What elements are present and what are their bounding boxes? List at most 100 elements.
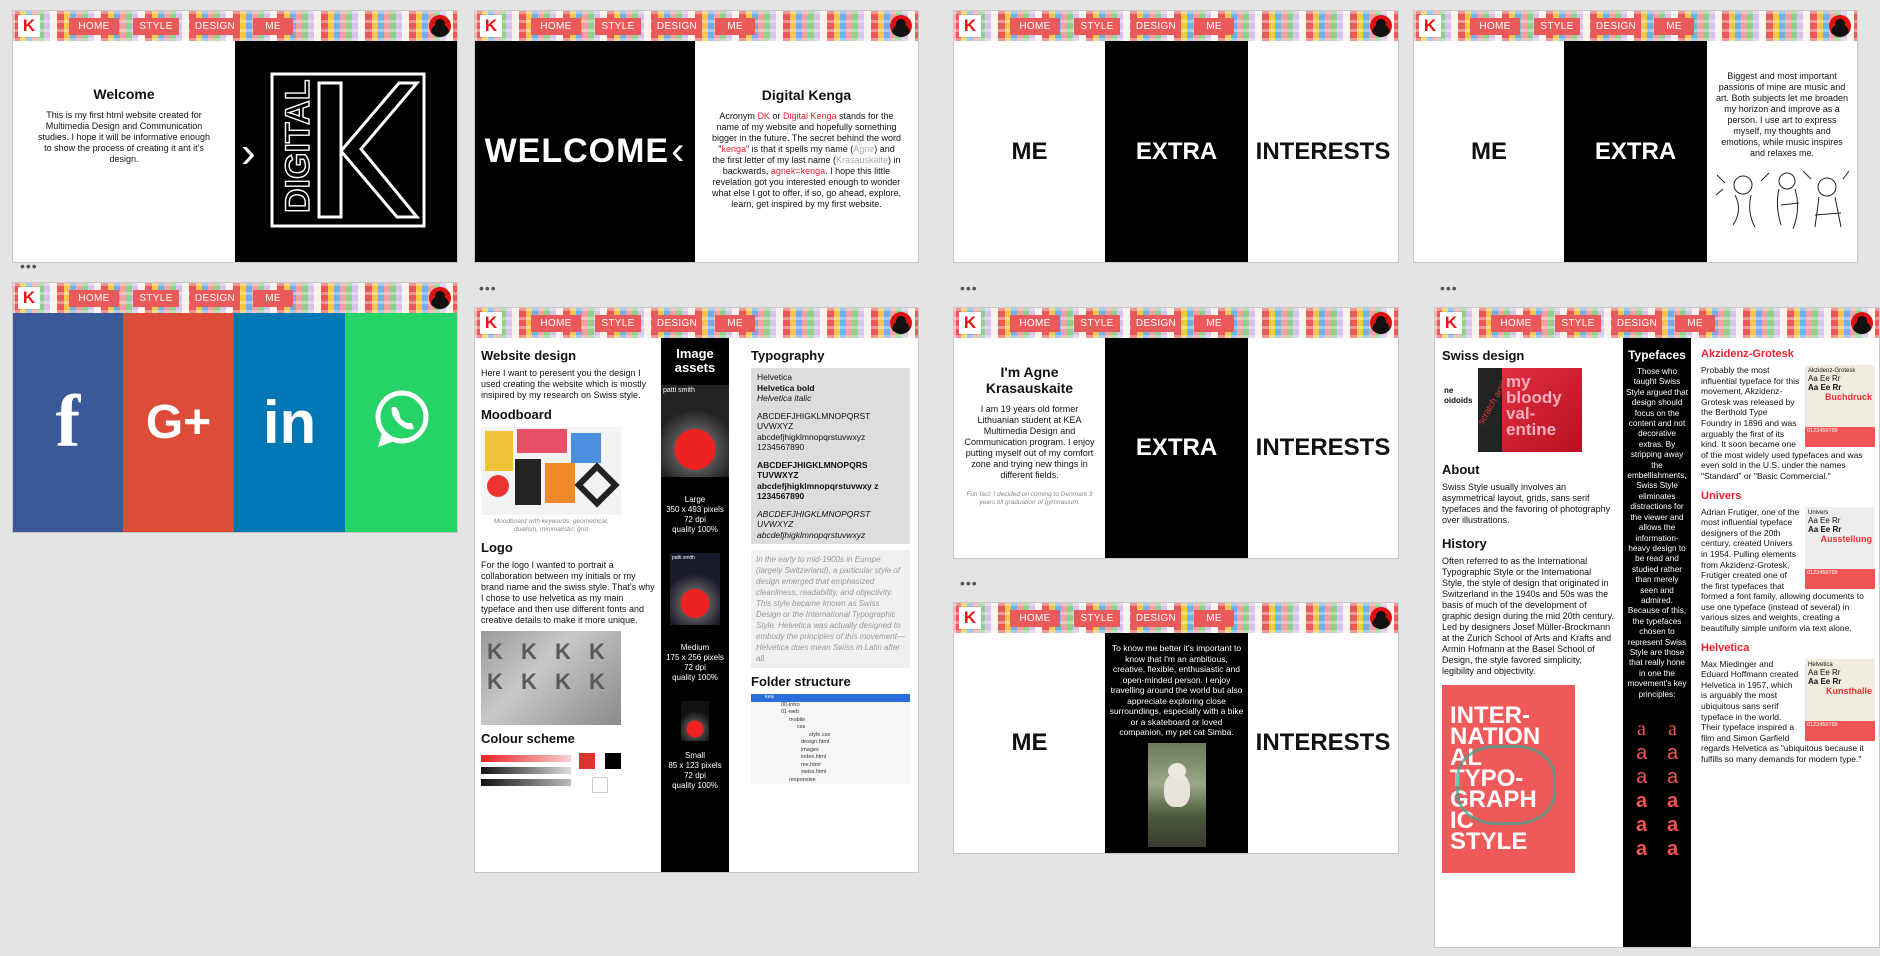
chevron-left-icon[interactable]: ‹ (671, 129, 685, 174)
tree-item[interactable]: swiss.html (751, 769, 910, 777)
frame-menu-dots[interactable]: ••• (960, 575, 978, 591)
avatar[interactable] (1851, 312, 1873, 334)
tree-item[interactable]: images (751, 747, 910, 755)
frame-menu-dots[interactable]: ••• (20, 258, 38, 274)
menu-me[interactable]: ME (954, 633, 1105, 853)
menu-extra[interactable]: EXTRA (1564, 41, 1707, 262)
logo[interactable]: K (959, 15, 981, 37)
nav-home-button[interactable]: HOME (531, 315, 581, 332)
extra-text: To know me better it's important to know… (1109, 643, 1244, 737)
nav-me-button[interactable]: ME (1194, 315, 1234, 332)
nav-design-button[interactable]: DESIGN (1131, 610, 1181, 627)
nav-me-button[interactable]: ME (715, 18, 755, 35)
whatsapp-icon[interactable] (370, 387, 434, 451)
nav-home-button[interactable]: HOME (69, 18, 119, 35)
nav-me-button[interactable]: ME (1194, 18, 1234, 35)
nav-home-button[interactable]: HOME (1010, 315, 1060, 332)
fonts-col: Akzidenz-Grotesk Akzidenz-Grotesk Aa Ee … (1691, 338, 1879, 947)
nav-style-button[interactable]: STYLE (1534, 18, 1580, 35)
chevron-right-icon[interactable]: › (241, 131, 256, 175)
nav-style-button[interactable]: STYLE (133, 18, 179, 35)
nav-me-button[interactable]: ME (1675, 315, 1715, 332)
nav-home-button[interactable]: HOME (1470, 18, 1520, 35)
frame-menu-dots[interactable]: ••• (960, 280, 978, 296)
menu-me[interactable]: ME (1414, 41, 1564, 262)
tree-item[interactable]: kea (751, 694, 910, 702)
nav-me-button[interactable]: ME (715, 315, 755, 332)
nav-home-button[interactable]: HOME (1010, 610, 1060, 627)
nav-style-button[interactable]: STYLE (1074, 18, 1120, 35)
image-assets-col: Image assets patti smith Large 350 x 493 … (661, 338, 729, 872)
logo[interactable]: K (1419, 15, 1441, 37)
nav-style-button[interactable]: STYLE (1074, 315, 1120, 332)
avatar[interactable] (1370, 15, 1392, 37)
nav-home-button[interactable]: HOME (1010, 18, 1060, 35)
about-col: I'm Agne Krasauskaite I am 19 years old … (954, 338, 1105, 558)
tree-item[interactable]: css (751, 724, 910, 732)
google-plus-icon[interactable]: G+ (123, 313, 234, 532)
logo[interactable]: K (18, 15, 40, 37)
menu-me[interactable]: ME (954, 41, 1105, 262)
logo[interactable]: K (18, 287, 40, 309)
nav-me-button[interactable]: ME (253, 290, 293, 307)
welcome-big-panel: WELCOME ‹ (475, 41, 695, 262)
navbar: K HOME STYLE DESIGN ME (475, 308, 918, 338)
menu-extra[interactable]: EXTRA (1105, 338, 1248, 558)
menu-interests[interactable]: INTERESTS (1248, 338, 1398, 558)
nav-home-button[interactable]: HOME (69, 290, 119, 307)
nav-home-button[interactable]: HOME (531, 18, 581, 35)
avatar[interactable] (1829, 15, 1851, 37)
menu-interests[interactable]: INTERESTS (1248, 633, 1398, 853)
nav-design-button[interactable]: DESIGN (652, 315, 702, 332)
tree-item[interactable]: 00-intro (751, 702, 910, 710)
logo[interactable]: K (1440, 312, 1462, 334)
design-intro: Here I want to peresent you the design I… (481, 368, 647, 400)
frame-menu-dots[interactable]: ••• (479, 280, 497, 296)
avatar[interactable] (1370, 607, 1392, 629)
nav-design-button[interactable]: DESIGN (1591, 18, 1641, 35)
nav-style-button[interactable]: STYLE (1074, 610, 1120, 627)
nav-design-button[interactable]: DESIGN (1612, 315, 1662, 332)
tree-item[interactable]: 01-web (751, 709, 910, 717)
menu-extra[interactable]: EXTRA (1105, 41, 1248, 262)
nav-style-button[interactable]: STYLE (133, 290, 179, 307)
nav-design-button[interactable]: DESIGN (1131, 18, 1181, 35)
tree-item[interactable]: me.html (751, 762, 910, 770)
whatsapp-tile[interactable] (345, 313, 457, 532)
avatar[interactable] (1370, 312, 1392, 334)
facebook-icon[interactable]: f (13, 313, 123, 532)
nav-design-button[interactable]: DESIGN (652, 18, 702, 35)
tree-item[interactable]: design.html (751, 739, 910, 747)
avatar[interactable] (429, 287, 451, 309)
frame-menu-dots[interactable]: ••• (1440, 280, 1458, 296)
avatar[interactable] (890, 15, 912, 37)
avatar[interactable] (429, 15, 451, 37)
menu-interests[interactable]: INTERESTS (1248, 41, 1398, 262)
nav-style-button[interactable]: STYLE (595, 315, 641, 332)
website-design-title: Website design (481, 348, 577, 363)
tree-item[interactable]: index.html (751, 754, 910, 762)
nav-me-button[interactable]: ME (1194, 610, 1234, 627)
linkedin-icon[interactable]: in (234, 313, 345, 532)
nav-style-button[interactable]: STYLE (595, 18, 641, 35)
swiss-quote: In the early to mid-1900s in Europe (lar… (751, 550, 910, 668)
nav-me-button[interactable]: ME (253, 18, 293, 35)
avatar[interactable] (890, 312, 912, 334)
logo[interactable]: K (480, 312, 502, 334)
welcome-text-col: Welcome This is my first html website cr… (13, 41, 235, 262)
nav-design-button[interactable]: DESIGN (190, 290, 240, 307)
nav-home-button[interactable]: HOME (1491, 315, 1541, 332)
nav-design-button[interactable]: DESIGN (1131, 315, 1181, 332)
tree-item[interactable]: style.css (751, 732, 910, 740)
logo[interactable]: K (959, 607, 981, 629)
nav-style-button[interactable]: STYLE (1555, 315, 1601, 332)
asset-small-image (681, 701, 709, 741)
tree-item[interactable]: mobile (751, 717, 910, 725)
nav-design-button[interactable]: DESIGN (190, 18, 240, 35)
welcome-title: Welcome (93, 86, 155, 102)
logo[interactable]: K (480, 15, 502, 37)
tree-item[interactable]: responsive (751, 777, 910, 785)
nav-me-button[interactable]: ME (1654, 18, 1694, 35)
dk-text: Acronym DK or Digital Kenga stands for t… (712, 111, 901, 209)
logo[interactable]: K (959, 312, 981, 334)
